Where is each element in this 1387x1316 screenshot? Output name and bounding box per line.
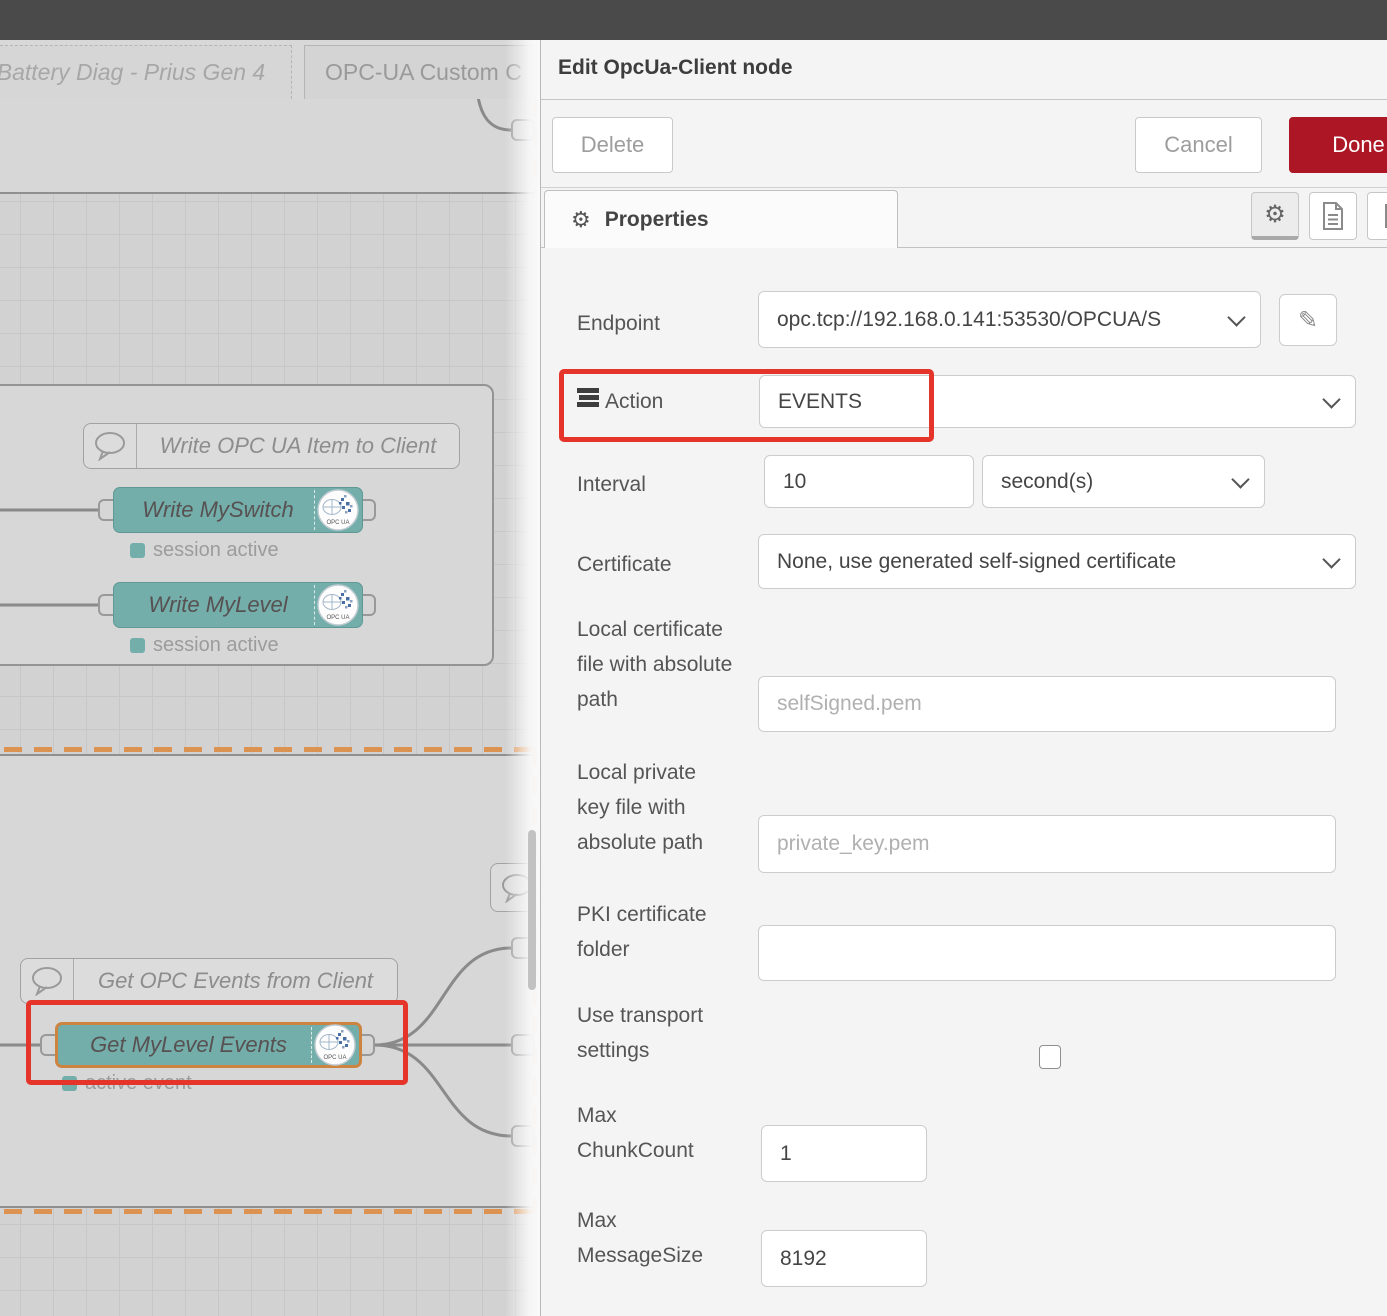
cancel-button[interactable]: Cancel — [1135, 117, 1262, 173]
max-messagesize-input[interactable] — [761, 1230, 927, 1287]
private-key-input[interactable] — [758, 815, 1336, 873]
endpoint-value: opc.tcp://192.168.0.141:53530/OPCUA/S — [777, 308, 1161, 332]
certificate-value: None, use generated self-signed certific… — [777, 550, 1176, 574]
max-messagesize-label: Max MessageSize — [577, 1203, 707, 1273]
transport-checkbox[interactable] — [1039, 1045, 1061, 1069]
chevron-down-icon — [1227, 308, 1245, 326]
nodered-header-bar — [0, 0, 1387, 40]
edit-appearance-icon-button[interactable] — [1367, 192, 1387, 240]
chevron-down-icon — [1231, 470, 1249, 488]
endpoint-label: Endpoint — [577, 306, 660, 341]
workspace-scrollbar[interactable] — [528, 830, 536, 990]
tab-properties[interactable]: ⚙ Properties — [544, 190, 898, 248]
comment-node-get[interactable]: Get OPC Events from Client — [20, 958, 398, 1004]
interval-unit-select[interactable]: second(s) — [982, 455, 1265, 508]
delete-button-label: Delete — [581, 132, 645, 158]
edit-properties-icon-button[interactable]: ⚙ — [1251, 192, 1299, 240]
done-button-label: Done — [1332, 132, 1385, 158]
tab-battery-diag[interactable]: Battery Diag - Prius Gen 4 — [0, 45, 292, 99]
interval-label: Interval — [577, 467, 646, 502]
max-chunkcount-input[interactable] — [761, 1125, 927, 1182]
delete-button[interactable]: Delete — [552, 117, 673, 173]
cancel-button-label: Cancel — [1164, 132, 1232, 158]
pki-folder-label: PKI certificate folder — [577, 897, 755, 967]
divider — [541, 187, 1387, 188]
status-label: session active — [153, 539, 279, 562]
tab-properties-label: Properties — [605, 208, 709, 232]
edit-description-icon-button[interactable] — [1309, 192, 1357, 240]
node-write-mylevel[interactable]: Write MyLevel OPC UA — [113, 582, 363, 628]
comment-label: Write OPC UA Item to Client — [137, 433, 459, 459]
interval-input[interactable] — [764, 455, 974, 508]
tray-shadow — [505, 40, 540, 1316]
opcua-badge-icon: OPC UA — [317, 584, 359, 626]
comment-label: Get OPC Events from Client — [74, 968, 397, 994]
certificate-select[interactable]: None, use generated self-signed certific… — [758, 534, 1356, 589]
status-label: session active — [153, 634, 279, 657]
tab-label: OPC-UA Custom C — [325, 59, 522, 86]
node-status: session active — [130, 539, 279, 562]
local-cert-label: Local certificate file with absolute pat… — [577, 612, 755, 717]
transport-label: Use transport settings — [577, 998, 755, 1068]
edit-tray: Edit OpcUa-Client node Delete Cancel Don… — [540, 40, 1387, 1316]
svg-text:OPC UA: OPC UA — [326, 520, 349, 526]
tray-title: Edit OpcUa-Client node — [558, 56, 793, 80]
tray-header: Edit OpcUa-Client node — [541, 40, 1387, 100]
chevron-down-icon — [1322, 550, 1340, 568]
flow-canvas[interactable]: Write OPC UA Item to Client Write MySwit… — [0, 99, 540, 1316]
endpoint-select[interactable]: opc.tcp://192.168.0.141:53530/OPCUA/S — [758, 291, 1261, 348]
status-dot-icon — [130, 543, 145, 558]
node-icon-separator — [314, 490, 315, 530]
local-cert-input[interactable] — [758, 676, 1336, 732]
status-dot-icon — [130, 638, 145, 653]
opcua-badge-icon: OPC UA — [317, 489, 359, 531]
workspace-tab-bar: Battery Diag - Prius Gen 4 OPC-UA Custom… — [0, 40, 540, 100]
appearance-icon — [1380, 202, 1387, 230]
node-icon-separator — [314, 585, 315, 625]
done-button[interactable]: Done — [1289, 117, 1387, 173]
tab-label: Battery Diag - Prius Gen 4 — [0, 59, 265, 86]
annotation-box-action — [559, 369, 934, 442]
max-chunkcount-label: Max ChunkCount — [577, 1098, 707, 1168]
wires-layer — [0, 99, 540, 1316]
annotation-box-node — [26, 1000, 408, 1085]
pki-folder-input[interactable] — [758, 925, 1336, 981]
speech-bubble-icon — [21, 959, 74, 1003]
edit-endpoint-button[interactable]: ✎ — [1279, 294, 1337, 346]
pencil-icon: ✎ — [1298, 306, 1318, 335]
gear-icon: ⚙ — [1264, 200, 1286, 229]
node-write-myswitch[interactable]: Write MySwitch OPC UA — [113, 487, 363, 533]
certificate-label: Certificate — [577, 547, 672, 582]
document-icon — [1322, 202, 1344, 230]
interval-unit-value: second(s) — [1001, 470, 1093, 494]
chevron-down-icon — [1322, 390, 1340, 408]
app-frame: Battery Diag - Prius Gen 4 OPC-UA Custom… — [0, 0, 1387, 1316]
speech-bubble-icon — [84, 424, 137, 468]
comment-node-write[interactable]: Write OPC UA Item to Client — [83, 423, 460, 469]
private-key-label: Local private key file with absolute pat… — [577, 755, 712, 860]
gear-icon: ⚙ — [571, 207, 591, 233]
flow-workspace: Battery Diag - Prius Gen 4 OPC-UA Custom… — [0, 40, 540, 1316]
node-status: session active — [130, 634, 279, 657]
svg-text:OPC UA: OPC UA — [326, 615, 349, 621]
